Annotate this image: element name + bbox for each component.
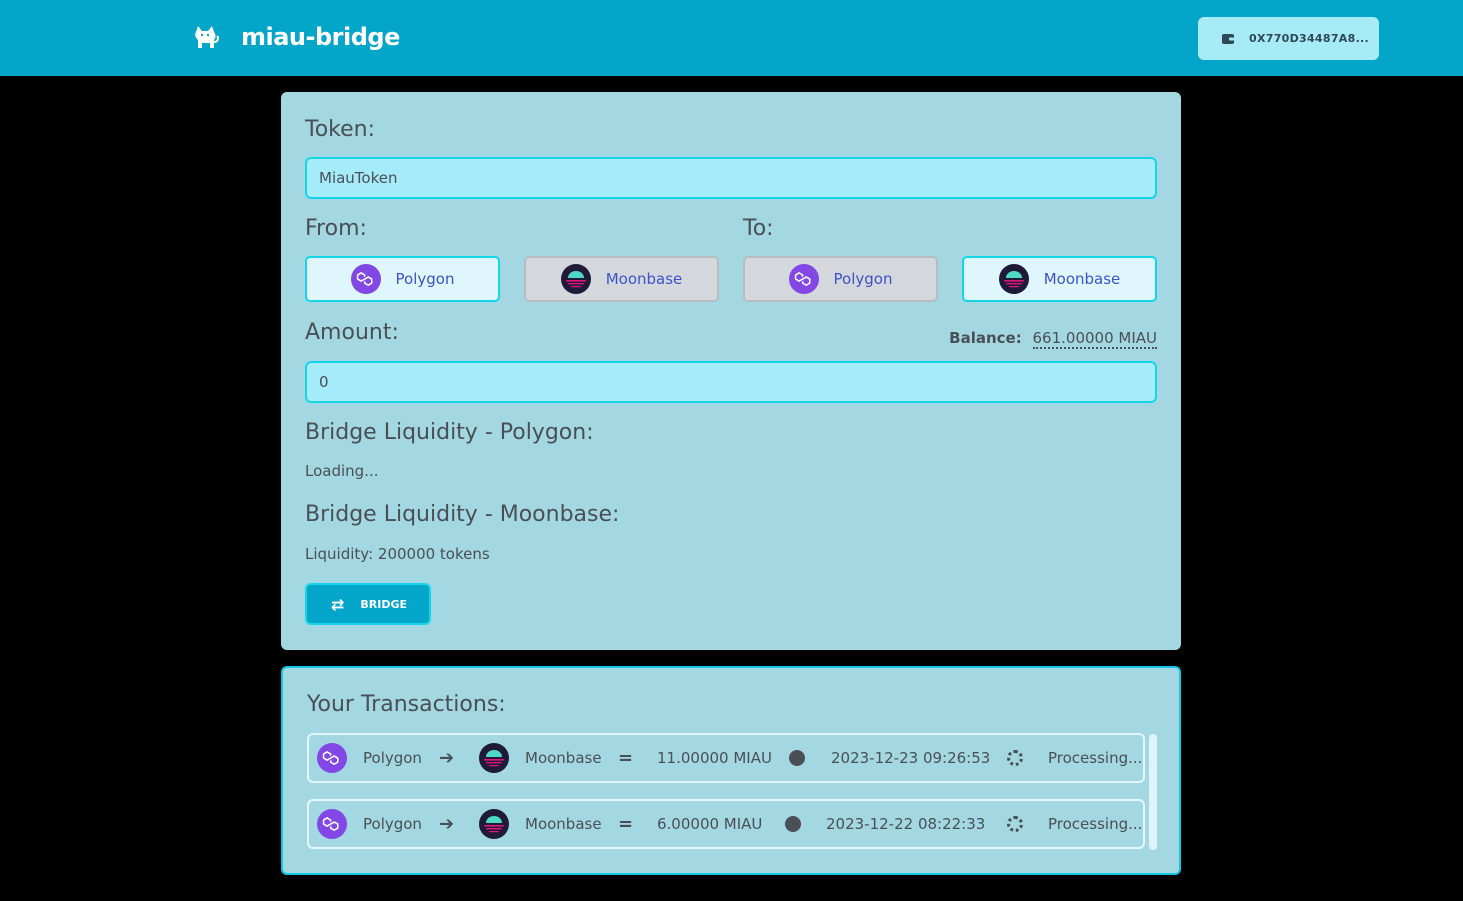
balance-label: Balance: xyxy=(949,329,1022,347)
polygon-icon xyxy=(317,809,347,839)
to-label: To: xyxy=(743,216,774,241)
tx-status: Processing... xyxy=(1048,749,1143,767)
to-polygon-button[interactable]: Polygon xyxy=(743,256,938,302)
wallet-icon xyxy=(1222,33,1234,44)
liquidity-moonbase-value: Liquidity: 200000 tokens xyxy=(305,545,490,563)
balance-display: Balance: 661.00000 MIAU xyxy=(949,329,1157,349)
moonbase-icon xyxy=(479,809,509,839)
cat-logo-icon xyxy=(195,26,219,48)
arrow-right-icon: ➔ xyxy=(439,813,455,835)
tx-timestamp: 2023-12-23 09:26:53 xyxy=(831,749,991,767)
polygon-icon xyxy=(351,264,381,294)
from-label: From: xyxy=(305,216,367,241)
tx-to: Moonbase xyxy=(525,815,602,833)
transaction-row[interactable]: Polygon ➔ Moonbase = 11.00000 MIAU 2023-… xyxy=(307,733,1145,783)
tx-amount: 11.00000 MIAU xyxy=(657,749,772,767)
from-polygon-button[interactable]: Polygon xyxy=(305,256,500,302)
to-moonbase-button[interactable]: Moonbase xyxy=(962,256,1157,302)
polygon-icon xyxy=(317,743,347,773)
balance-value[interactable]: 661.00000 MIAU xyxy=(1032,329,1157,349)
tx-from: Polygon xyxy=(363,749,422,767)
from-moonbase-button[interactable]: Moonbase xyxy=(524,256,719,302)
equals-icon: = xyxy=(618,747,634,769)
transaction-row[interactable]: Polygon ➔ Moonbase = 6.00000 MIAU 2023-1… xyxy=(307,799,1145,849)
wallet-button[interactable]: 0X770D34487A8... xyxy=(1198,17,1379,60)
token-select[interactable]: MiauToken xyxy=(305,157,1157,199)
liquidity-polygon-value: Loading... xyxy=(305,462,379,480)
equals-icon: = xyxy=(618,813,634,835)
bridge-button-label: BRIDGE xyxy=(360,597,408,611)
clock-icon xyxy=(789,750,805,766)
liquidity-polygon-title: Bridge Liquidity - Polygon: xyxy=(305,420,594,445)
transactions-card: Your Transactions: Polygon ➔ Moonbase = … xyxy=(281,666,1181,875)
tx-from: Polygon xyxy=(363,815,422,833)
spinner-icon xyxy=(1007,750,1023,766)
app-name: miau-bridge xyxy=(241,23,400,51)
swap-icon: ⇄ xyxy=(331,594,345,614)
moonbase-icon xyxy=(479,743,509,773)
bridge-form-card: Token: MiauToken From: To: Polygon Moonb… xyxy=(281,92,1181,650)
transactions-list[interactable]: Polygon ➔ Moonbase = 11.00000 MIAU 2023-… xyxy=(307,733,1151,865)
chain-label: Moonbase xyxy=(605,270,683,288)
amount-label: Amount: xyxy=(305,320,399,345)
transactions-scrollbar[interactable] xyxy=(1149,734,1157,850)
moonbase-icon xyxy=(561,264,591,294)
transactions-title: Your Transactions: xyxy=(307,692,506,717)
tx-status: Processing... xyxy=(1048,815,1143,833)
tx-amount: 6.00000 MIAU xyxy=(657,815,763,833)
clock-icon xyxy=(785,816,801,832)
amount-input[interactable]: 0 xyxy=(305,361,1157,403)
token-label: Token: xyxy=(305,117,376,142)
tx-timestamp: 2023-12-22 08:22:33 xyxy=(826,815,986,833)
wallet-address: 0X770D34487A8... xyxy=(1249,32,1369,45)
chain-label: Polygon xyxy=(395,270,455,288)
arrow-right-icon: ➔ xyxy=(439,747,455,769)
polygon-icon xyxy=(789,264,819,294)
bridge-button[interactable]: ⇄ BRIDGE xyxy=(305,583,431,625)
chain-label: Polygon xyxy=(833,270,893,288)
spinner-icon xyxy=(1007,816,1023,832)
liquidity-moonbase-title: Bridge Liquidity - Moonbase: xyxy=(305,502,620,527)
moonbase-icon xyxy=(999,264,1029,294)
chain-label: Moonbase xyxy=(1043,270,1121,288)
navbar: miau-bridge 0X770D34487A8... xyxy=(0,0,1463,76)
tx-to: Moonbase xyxy=(525,749,602,767)
brand[interactable]: miau-bridge xyxy=(192,22,400,52)
